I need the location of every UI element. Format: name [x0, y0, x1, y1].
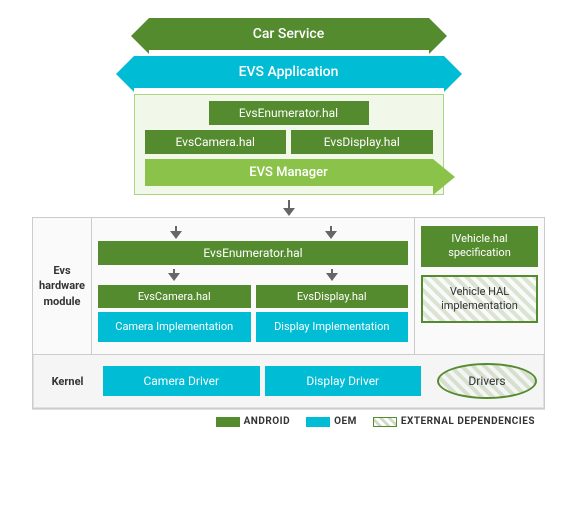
kernel-text: Kernel — [52, 375, 84, 388]
inner-enumerator-label: EvsEnumerator.hal — [203, 246, 302, 260]
kernel-drivers: Camera Driver Display Driver — [103, 366, 421, 396]
diagram: Car Service EVS Application EvsEnumerato… — [0, 0, 577, 522]
car-service-label: Car Service — [253, 26, 324, 42]
camera-impl-box: Camera Implementation — [98, 312, 251, 342]
inner-display-label: EvsDisplay.hal — [297, 290, 367, 303]
evs-hardware-module-label: Evs hardware module — [33, 218, 92, 354]
evs-label-line3: module — [44, 294, 81, 309]
camera-driver-label: Camera Driver — [143, 374, 219, 388]
arrow-cam-impl — [168, 269, 180, 281]
main-right: IVehicle.hal specification Vehicle HAL i… — [414, 218, 544, 354]
hal-row: EvsCamera.hal EvsDisplay.hal — [145, 130, 433, 154]
vehicle-hal-label: Vehicle HAL implementation — [441, 285, 518, 312]
legend-ext: EXTERNAL DEPENDENCIES — [373, 416, 535, 427]
down-arrow — [283, 200, 295, 216]
ext-color — [373, 417, 397, 427]
evs-app-label: EVS Application — [239, 64, 339, 80]
drivers-ellipse: Drivers — [437, 363, 537, 399]
main-center: EvsEnumerator.hal — [92, 218, 414, 354]
top-section: Car Service EVS Application — [32, 18, 545, 88]
inner-hal-enumerator: EvsEnumerator.hal — [98, 241, 408, 265]
ext-legend-label: EXTERNAL DEPENDENCIES — [401, 416, 535, 427]
evs-app-box: EVS Application — [134, 56, 444, 88]
ivehicle-box: IVehicle.hal specification — [421, 226, 538, 267]
arrow-to-main — [32, 200, 545, 216]
kernel-section: Kernel Camera Driver Display Driver Driv… — [33, 355, 544, 408]
display-impl-box: Display Implementation — [256, 312, 409, 342]
hal-enumerator-top: EvsEnumerator.hal — [209, 101, 369, 125]
evs-manager-box: EVS Manager — [145, 159, 433, 186]
inner-hal-row — [98, 269, 408, 281]
arrow-display — [325, 226, 337, 239]
android-color — [216, 417, 240, 427]
main-section: Evs hardware module — [33, 218, 544, 355]
drivers-label: Drivers — [468, 374, 505, 388]
display-driver-label: Display Driver — [306, 374, 379, 388]
impl-row: Camera Implementation Display Implementa… — [98, 312, 408, 342]
hal-section: EvsEnumerator.hal EvsCamera.hal EvsDispl… — [32, 94, 545, 195]
hal-enumerator-label: EvsEnumerator.hal — [239, 106, 338, 120]
vehicle-hal-box: Vehicle HAL implementation — [421, 275, 538, 324]
legend-oem: OEM — [306, 416, 357, 427]
legend: ANDROID OEM EXTERNAL DEPENDENCIES — [32, 409, 545, 433]
hal-camera-box: EvsCamera.hal — [145, 130, 287, 154]
legend-android: ANDROID — [216, 416, 291, 427]
oem-color — [306, 417, 330, 427]
hal-group: EvsEnumerator.hal EvsCamera.hal EvsDispl… — [134, 94, 444, 195]
hal-display-box: EvsDisplay.hal — [291, 130, 433, 154]
arrow-camera — [170, 226, 182, 239]
evs-label-line1: Evs — [53, 263, 70, 278]
android-legend-label: ANDROID — [244, 416, 291, 427]
inner-camera-label: EvsCamera.hal — [138, 290, 211, 303]
hal-display-label: EvsDisplay.hal — [324, 135, 400, 149]
car-service-box: Car Service — [149, 18, 429, 50]
display-driver-box: Display Driver — [265, 366, 422, 396]
kernel-label: Kernel — [40, 375, 95, 388]
arrow-disp-impl — [326, 269, 338, 281]
oem-legend-label: OEM — [334, 416, 357, 427]
camera-impl-label: Camera Implementation — [115, 320, 233, 333]
inner-hal-camera: EvsCamera.hal — [98, 285, 251, 308]
hal-camera-label: EvsCamera.hal — [176, 135, 255, 149]
evs-label-line2: hardware — [39, 278, 85, 293]
inner-hal-display: EvsDisplay.hal — [256, 285, 409, 308]
ivehicle-label: IVehicle.hal specification — [448, 232, 511, 259]
evs-manager-label: EVS Manager — [249, 165, 327, 180]
inner-hal-chips: EvsCamera.hal EvsDisplay.hal — [98, 285, 408, 308]
camera-driver-box: Camera Driver — [103, 366, 260, 396]
display-impl-label: Display Implementation — [274, 320, 389, 333]
